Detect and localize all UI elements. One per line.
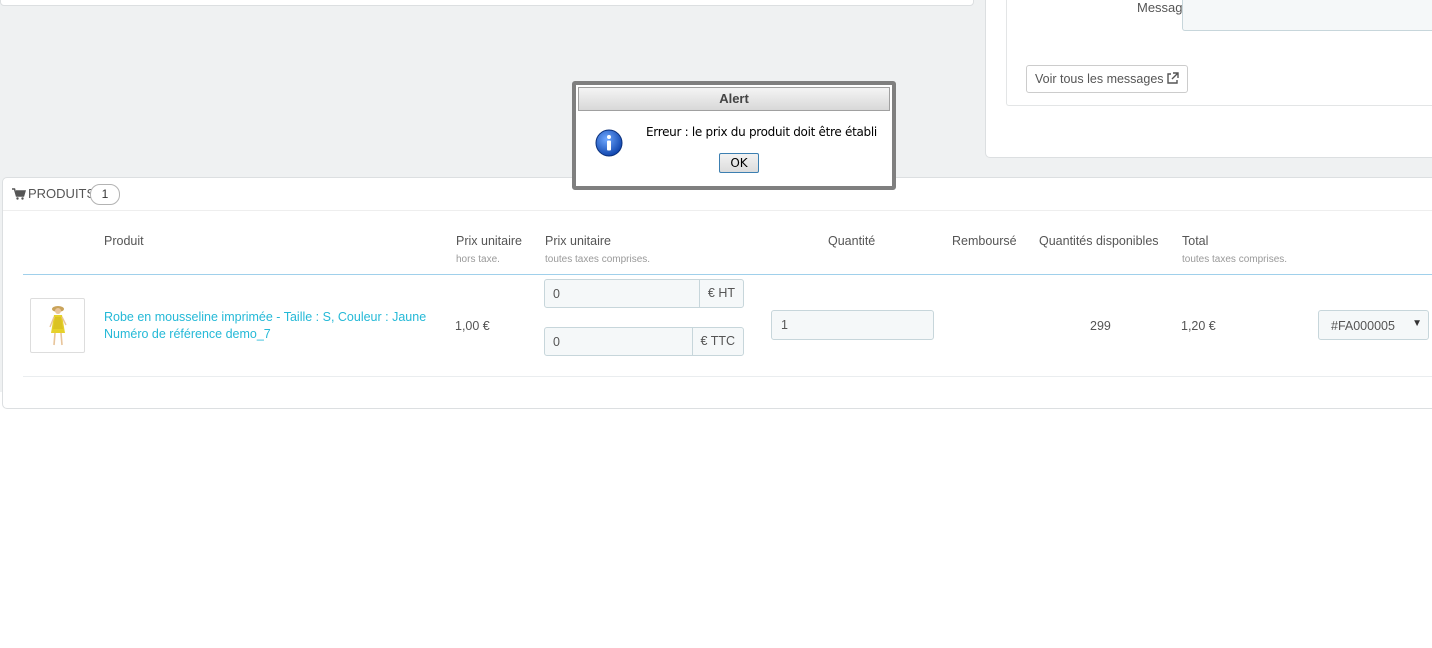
column-subheader-ttc: toutes taxes comprises. [545, 254, 651, 265]
price-ttc-input[interactable]: 0 € TTC [544, 327, 744, 356]
view-all-messages-button[interactable]: Voir tous les messages [1026, 65, 1188, 93]
products-panel-title: PRODUITS [28, 186, 96, 201]
table-header-divider [23, 274, 1432, 275]
product-link[interactable]: Robe en mousseline imprimée - Taille : S… [104, 309, 426, 343]
column-header-unit-price-ttc: Prix unitaire [545, 234, 611, 248]
alert-dialog: Alert Erreur : le prix du produit doit ê… [572, 81, 896, 190]
table-row-divider [23, 376, 1432, 377]
column-header-available-qty: Quantités disponibles [1039, 234, 1159, 248]
available-qty-value: 299 [1090, 319, 1111, 333]
messages-panel: Message Voir tous les messages [985, 0, 1432, 158]
unit-price-value: 1,00 € [455, 319, 490, 333]
products-panel: PRODUITS 1 Produit Prix unitaire hors ta… [2, 177, 1432, 409]
shopping-cart-icon [12, 188, 26, 200]
column-subheader-total: toutes taxes comprises. [1182, 254, 1288, 265]
chevron-down-icon: ▼ [1412, 318, 1422, 329]
message-textarea[interactable] [1182, 0, 1432, 31]
column-header-quantity: Quantité [828, 234, 876, 248]
column-header-total: Total [1182, 234, 1209, 248]
column-header-refunded: Remboursé [952, 234, 1017, 248]
product-reference: Numéro de référence demo_7 [104, 327, 271, 341]
quantity-input[interactable]: 1 [771, 310, 934, 340]
messages-form: Message Voir tous les messages [1006, 0, 1432, 106]
alert-ok-button[interactable]: OK [719, 153, 759, 173]
product-count-badge: 1 [90, 184, 120, 205]
price-ttc-value: 0 [553, 335, 560, 349]
invoice-select-value: #FA000005 [1331, 319, 1395, 333]
invoice-select[interactable]: #FA000005 ▼ [1318, 310, 1429, 340]
column-header-unit-price-ht: Prix unitaire [456, 234, 522, 248]
external-link-icon [1166, 72, 1179, 84]
product-image [49, 306, 67, 346]
alert-title: Alert [578, 87, 890, 111]
product-name: Robe en mousseline imprimée - Taille : S… [104, 310, 427, 324]
alert-message: Erreur : le prix du produit doit être ét… [646, 125, 877, 139]
total-value: 1,20 € [1181, 319, 1216, 333]
info-icon [595, 129, 623, 157]
column-header-product: Produit [104, 234, 144, 248]
price-ht-addon: € HT [698, 280, 743, 307]
view-all-messages-label: Voir tous les messages [1035, 72, 1164, 86]
price-ht-value: 0 [553, 287, 560, 301]
column-subheader-ht: hors taxe. [456, 254, 500, 265]
price-ht-input[interactable]: 0 € HT [544, 279, 744, 308]
customer-panel-bottom [0, 0, 974, 6]
price-ttc-addon: € TTC [691, 328, 743, 355]
product-thumbnail[interactable] [30, 298, 85, 353]
